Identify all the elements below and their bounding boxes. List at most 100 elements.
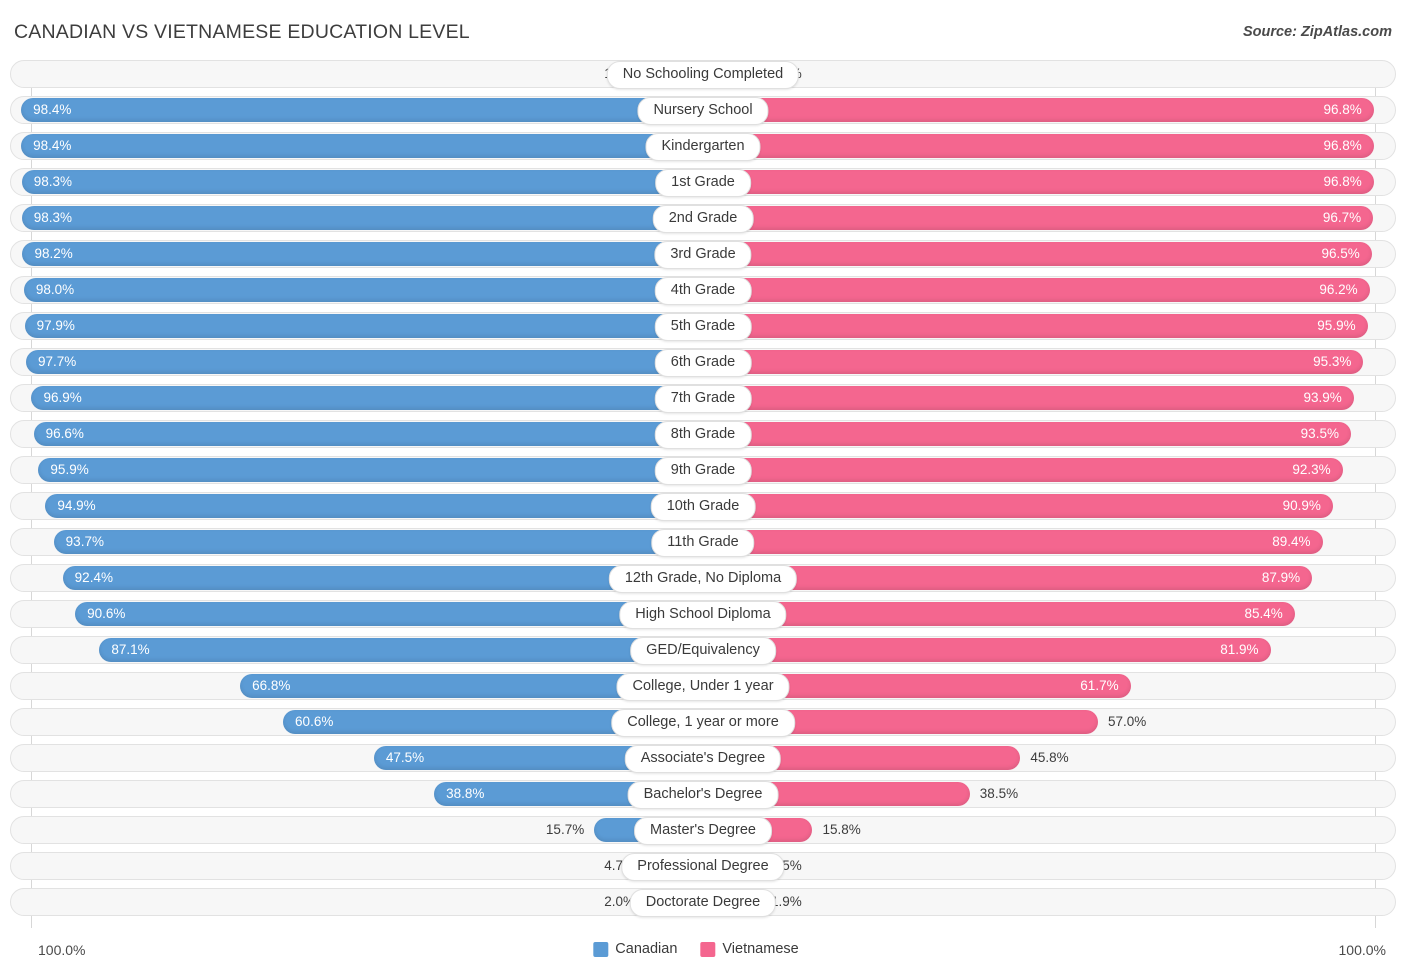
vietnamese-value-label: 96.2% bbox=[1319, 282, 1358, 297]
vietnamese-side: 96.5% bbox=[703, 240, 1396, 268]
vietnamese-value-label: 96.8% bbox=[1323, 138, 1362, 153]
canadian-bar[interactable]: 98.2% bbox=[22, 242, 703, 266]
canadian-bar[interactable]: 98.4% bbox=[21, 98, 703, 122]
vietnamese-bar[interactable]: 92.3% bbox=[703, 458, 1343, 482]
canadian-bar[interactable]: 97.9% bbox=[24, 314, 703, 338]
vietnamese-side: 81.9% bbox=[703, 636, 1396, 664]
legend-item[interactable]: Canadian bbox=[593, 941, 677, 957]
vietnamese-value-label: 92.3% bbox=[1292, 462, 1331, 477]
canadian-value-label: 98.4% bbox=[33, 102, 72, 117]
canadian-bar[interactable]: 87.1% bbox=[99, 638, 703, 662]
vietnamese-bar[interactable]: 96.5% bbox=[703, 242, 1372, 266]
vietnamese-side: 95.9% bbox=[703, 312, 1396, 340]
vietnamese-side: 1.9% bbox=[703, 888, 1396, 916]
category-label: Nursery School bbox=[637, 97, 769, 125]
canadian-value-label: 95.9% bbox=[50, 462, 89, 477]
canadian-side: 1.7% bbox=[10, 60, 703, 88]
canadian-bar[interactable]: 96.6% bbox=[33, 422, 703, 446]
chart-row: 15.7% 15.8% Master's Degree bbox=[0, 816, 1406, 845]
chart-rows: 1.7%3.2%No Schooling Completed 98.4% 96.8%… bbox=[0, 60, 1406, 924]
chart-row: 93.7% 89.4% 11th Grade bbox=[0, 528, 1406, 557]
canadian-bar[interactable]: 97.7% bbox=[25, 350, 703, 374]
vietnamese-side: 96.8% bbox=[703, 96, 1396, 124]
vietnamese-bar[interactable]: 93.5% bbox=[703, 422, 1351, 446]
canadian-value-label: 96.9% bbox=[43, 390, 82, 405]
category-label: College, Under 1 year bbox=[616, 673, 790, 701]
legend-swatch-icon bbox=[700, 941, 716, 957]
canadian-side: 98.0% bbox=[10, 276, 703, 304]
canadian-side: 87.1% bbox=[10, 636, 703, 664]
canadian-value-label: 98.4% bbox=[33, 138, 72, 153]
vietnamese-bar[interactable]: 96.2% bbox=[703, 278, 1370, 302]
canadian-value-label: 87.1% bbox=[111, 642, 150, 657]
vietnamese-bar[interactable]: 96.8% bbox=[703, 170, 1374, 194]
canadian-side: 95.9% bbox=[10, 456, 703, 484]
vietnamese-side: 93.5% bbox=[703, 420, 1396, 448]
vietnamese-bar[interactable]: 81.9% bbox=[703, 638, 1271, 662]
vietnamese-side: 95.3% bbox=[703, 348, 1396, 376]
vietnamese-side: 89.4% bbox=[703, 528, 1396, 556]
category-label: Professional Degree bbox=[621, 853, 785, 881]
canadian-bar[interactable]: 98.0% bbox=[23, 278, 703, 302]
canadian-bar[interactable]: 98.3% bbox=[21, 170, 703, 194]
category-label: Master's Degree bbox=[634, 817, 772, 845]
axis-max-right: 100.0% bbox=[1338, 942, 1386, 958]
canadian-bar[interactable]: 96.9% bbox=[31, 386, 703, 410]
canadian-value-label: 66.8% bbox=[252, 678, 291, 693]
page-title: CANADIAN VS VIETNAMESE EDUCATION LEVEL bbox=[14, 21, 470, 43]
canadian-side: 4.7% bbox=[10, 852, 703, 880]
chart-footer: 100.0% Canadian Vietnamese 100.0% bbox=[0, 939, 1406, 965]
category-label: Kindergarten bbox=[645, 133, 761, 161]
canadian-side: 38.8% bbox=[10, 780, 703, 808]
category-label: 2nd Grade bbox=[652, 205, 754, 233]
category-label: 10th Grade bbox=[650, 493, 756, 521]
vietnamese-bar[interactable]: 95.9% bbox=[703, 314, 1368, 338]
canadian-bar[interactable]: 94.9% bbox=[45, 494, 703, 518]
canadian-side: 98.3% bbox=[10, 168, 703, 196]
vietnamese-bar[interactable]: 96.8% bbox=[703, 134, 1374, 158]
vietnamese-side: 38.5% bbox=[703, 780, 1396, 808]
category-label: Bachelor's Degree bbox=[627, 781, 779, 809]
canadian-bar[interactable]: 92.4% bbox=[62, 566, 703, 590]
canadian-value-label: 97.9% bbox=[36, 318, 75, 333]
canadian-side: 93.7% bbox=[10, 528, 703, 556]
vietnamese-value-label: 96.8% bbox=[1323, 174, 1362, 189]
vietnamese-side: 85.4% bbox=[703, 600, 1396, 628]
canadian-bar[interactable]: 98.3% bbox=[21, 206, 703, 230]
legend-item[interactable]: Vietnamese bbox=[700, 941, 799, 957]
vietnamese-bar[interactable]: 85.4% bbox=[703, 602, 1295, 626]
vietnamese-bar[interactable]: 90.9% bbox=[703, 494, 1333, 518]
canadian-side: 98.4% bbox=[10, 132, 703, 160]
canadian-side: 96.9% bbox=[10, 384, 703, 412]
canadian-side: 98.2% bbox=[10, 240, 703, 268]
vietnamese-side: 92.3% bbox=[703, 456, 1396, 484]
vietnamese-value-label: 96.5% bbox=[1321, 246, 1360, 261]
vietnamese-value-label: 61.7% bbox=[1080, 678, 1119, 693]
vietnamese-bar[interactable]: 93.9% bbox=[703, 386, 1354, 410]
vietnamese-side: 57.0% bbox=[703, 708, 1396, 736]
vietnamese-side: 90.9% bbox=[703, 492, 1396, 520]
canadian-side: 2.0% bbox=[10, 888, 703, 916]
canadian-bar[interactable]: 90.6% bbox=[75, 602, 703, 626]
canadian-side: 47.5% bbox=[10, 744, 703, 772]
canadian-bar[interactable]: 93.7% bbox=[53, 530, 703, 554]
chart-row: 2.0% 1.9% Doctorate Degree bbox=[0, 888, 1406, 917]
canadian-value-label: 90.6% bbox=[87, 606, 126, 621]
category-label: 8th Grade bbox=[654, 421, 752, 449]
vietnamese-value-label: 96.7% bbox=[1322, 210, 1362, 225]
canadian-side: 97.7% bbox=[10, 348, 703, 376]
vietnamese-bar[interactable]: 89.4% bbox=[703, 530, 1323, 554]
canadian-bar[interactable]: 98.4% bbox=[21, 134, 703, 158]
vietnamese-bar[interactable]: 96.7% bbox=[703, 206, 1374, 230]
vietnamese-bar[interactable]: 95.3% bbox=[703, 350, 1364, 374]
source-attribution: Source: ZipAtlas.com bbox=[1242, 24, 1392, 40]
category-label: College, 1 year or more bbox=[611, 709, 795, 737]
chart-row: 98.3% 96.7% 2nd Grade bbox=[0, 204, 1406, 233]
chart-row: 4.7% 4.5% Professional Degree bbox=[0, 852, 1406, 881]
legend-swatch-icon bbox=[593, 941, 609, 957]
canadian-value-label: 98.3% bbox=[33, 174, 73, 189]
category-label: High School Diploma bbox=[619, 601, 787, 629]
canadian-bar[interactable]: 95.9% bbox=[38, 458, 703, 482]
vietnamese-bar[interactable]: 96.8% bbox=[703, 98, 1374, 122]
vietnamese-side: 15.8% bbox=[703, 816, 1396, 844]
